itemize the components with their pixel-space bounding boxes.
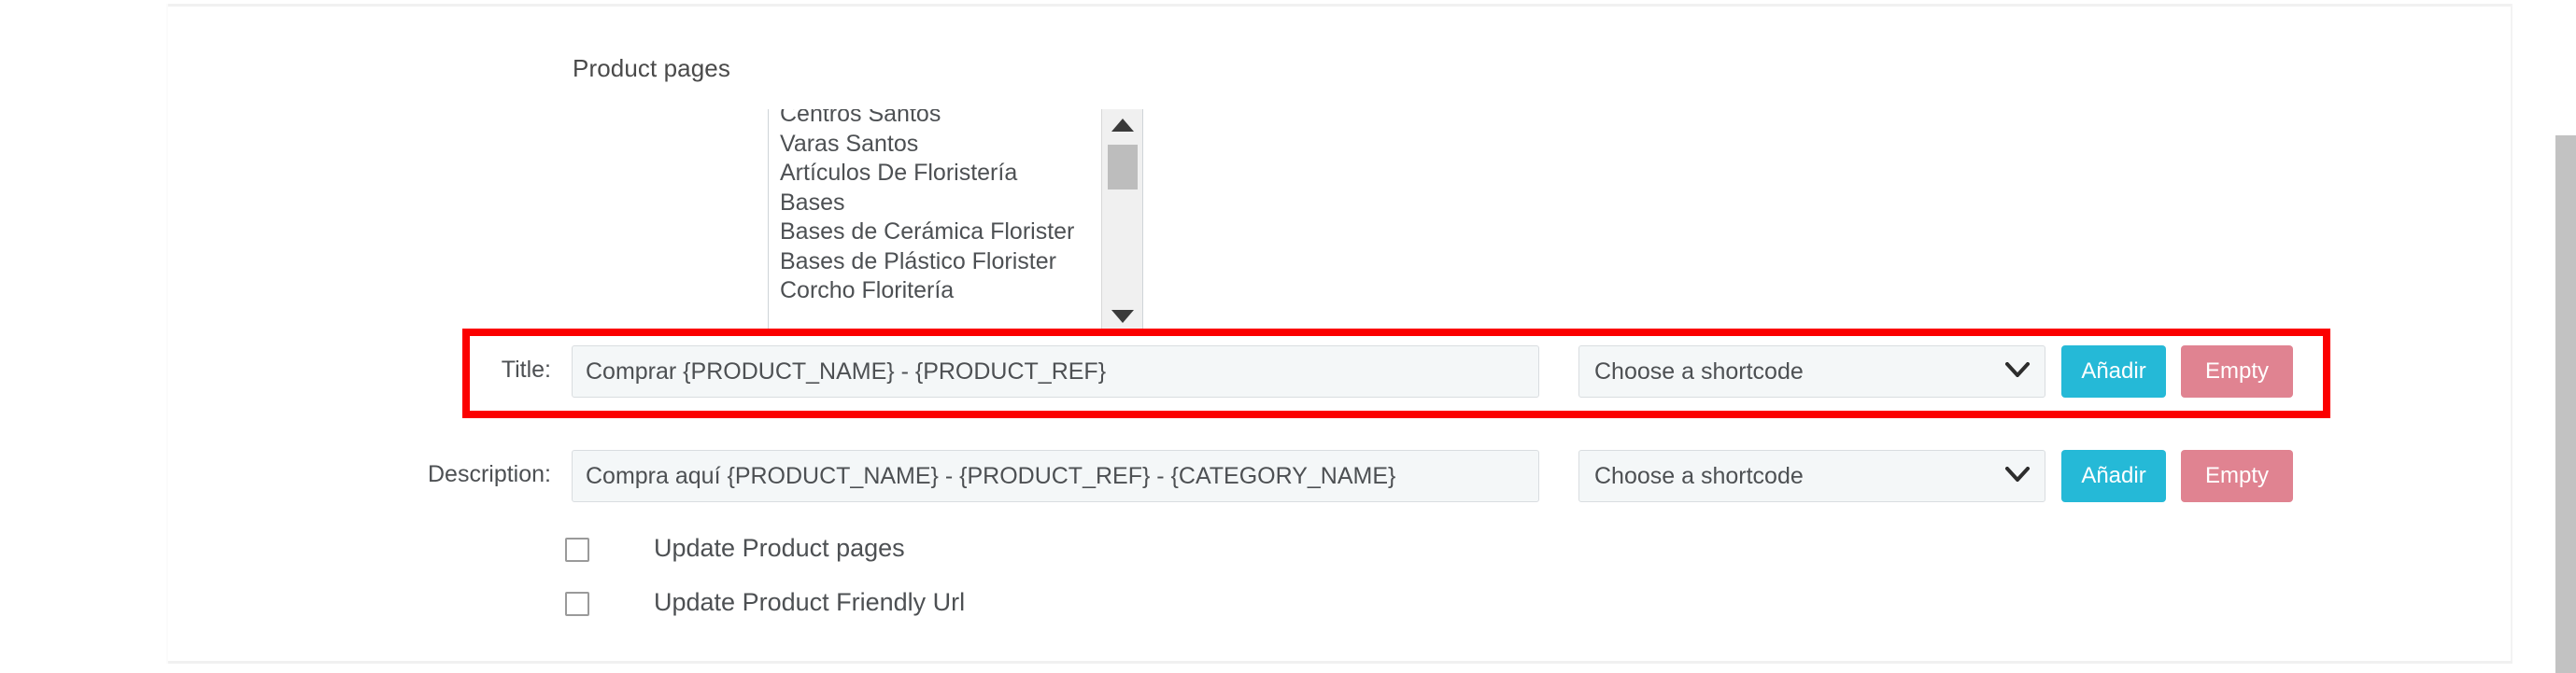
- update-product-friendly-url-label: Update Product Friendly Url: [654, 588, 966, 616]
- title-shortcode-select[interactable]: Choose a shortcode: [1578, 345, 2045, 398]
- triangle-down-icon[interactable]: [1102, 301, 1142, 332]
- description-add-button[interactable]: Añadir: [2061, 450, 2166, 502]
- list-item[interactable]: Bases de Cerámica Florister: [780, 217, 1103, 247]
- listbox-scrollbar[interactable]: [1101, 109, 1142, 332]
- title-label: Title:: [501, 357, 551, 383]
- list-item[interactable]: Artículos De Floristería: [780, 159, 1103, 189]
- description-shortcode-value: Choose a shortcode: [1594, 462, 1804, 489]
- update-product-pages-label: Update Product pages: [654, 534, 905, 562]
- listbox-options: Centros Santos Varas Santos Artículos De…: [769, 109, 1103, 306]
- page-root: Product pages Centros Santos Varas Santo…: [0, 0, 2576, 673]
- description-label: Description:: [428, 461, 551, 487]
- title-add-button[interactable]: Añadir: [2061, 345, 2166, 398]
- content-rail-right: [2511, 4, 2512, 664]
- window-scrollbar-thumb[interactable]: [2555, 135, 2576, 673]
- window-scrollbar[interactable]: [2555, 0, 2576, 673]
- description-shortcode-select[interactable]: Choose a shortcode: [1578, 450, 2045, 502]
- product-categories-listbox[interactable]: Centros Santos Varas Santos Artículos De…: [768, 109, 1143, 334]
- description-input[interactable]: Compra aquí {PRODUCT_NAME} - {PRODUCT_RE…: [572, 450, 1539, 502]
- title-shortcode-value: Choose a shortcode: [1594, 358, 1804, 385]
- content-rail-left: [166, 4, 168, 664]
- title-input[interactable]: Comprar {PRODUCT_NAME} - {PRODUCT_REF}: [572, 345, 1539, 398]
- description-empty-button[interactable]: Empty: [2181, 450, 2293, 502]
- update-product-friendly-url-checkbox[interactable]: [565, 592, 589, 616]
- divider-top: [168, 4, 2512, 7]
- page-title: Product pages: [573, 54, 730, 82]
- list-item[interactable]: Varas Santos: [780, 130, 1103, 160]
- description-row: Description: Compra aquí {PRODUCT_NAME} …: [0, 450, 2576, 502]
- chevron-down-icon: [2004, 465, 2031, 486]
- triangle-up-icon[interactable]: [1102, 109, 1142, 141]
- update-product-pages-checkbox[interactable]: [565, 538, 589, 562]
- list-item[interactable]: Centros Santos: [780, 109, 1103, 130]
- list-item[interactable]: Bases de Plástico Florister: [780, 247, 1103, 277]
- list-item[interactable]: Bases: [780, 189, 1103, 218]
- list-item[interactable]: Corcho Floritería: [780, 276, 1103, 306]
- divider-bottom: [168, 661, 2512, 664]
- listbox-scrollbar-thumb[interactable]: [1108, 145, 1138, 189]
- title-empty-button[interactable]: Empty: [2181, 345, 2293, 398]
- title-row: Title: Comprar {PRODUCT_NAME} - {PRODUCT…: [0, 345, 2576, 398]
- chevron-down-icon: [2004, 360, 2031, 382]
